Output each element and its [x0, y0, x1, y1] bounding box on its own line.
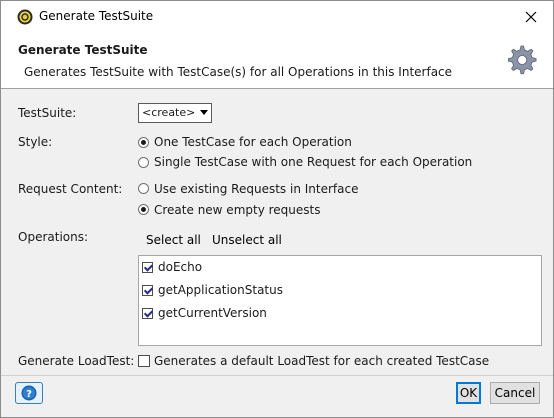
request-content-label: Request Content:	[18, 182, 123, 196]
select-all-button[interactable]: Select all	[146, 233, 201, 247]
operation-checkbox-getcurrentversion[interactable]	[142, 308, 153, 319]
style-radio-one-testcase[interactable]	[138, 137, 149, 148]
window-title: Generate TestSuite	[39, 9, 154, 23]
testsuite-label: TestSuite:	[18, 106, 77, 120]
svg-text:?: ?	[26, 389, 32, 400]
footer-divider	[1, 375, 553, 376]
header-title: Generate TestSuite	[18, 43, 148, 57]
request-option-create-new[interactable]: Create new empty requests	[154, 203, 320, 217]
help-icon: ?	[21, 385, 37, 401]
generate-testsuite-dialog: Generate TestSuite Generate TestSuite Ge…	[0, 0, 554, 418]
request-radio-create-new[interactable]	[138, 204, 149, 215]
style-radio-single-testcase[interactable]	[138, 157, 149, 168]
testsuite-select[interactable]: <create>	[138, 103, 212, 123]
dialog-header: Generate TestSuite Generates TestSuite w…	[1, 32, 553, 89]
operations-label: Operations:	[18, 230, 89, 244]
request-radio-use-existing[interactable]	[138, 183, 149, 194]
style-label: Style:	[18, 135, 53, 149]
style-option-one-testcase[interactable]: One TestCase for each Operation	[154, 135, 352, 149]
close-button[interactable]	[508, 1, 553, 32]
unselect-all-button[interactable]: Unselect all	[212, 233, 282, 247]
testsuite-select-value: <create>	[142, 106, 196, 119]
style-option-single-testcase[interactable]: Single TestCase with one Request for eac…	[154, 155, 472, 169]
generate-loadtest-checkbox[interactable]	[138, 355, 150, 367]
operation-checkbox-doecho[interactable]	[142, 262, 153, 273]
operation-label-getcurrentversion[interactable]: getCurrentVersion	[158, 306, 267, 320]
header-description: Generates TestSuite with TestCase(s) for…	[24, 65, 453, 79]
operation-checkbox-getapplicationstatus[interactable]	[142, 285, 153, 296]
close-icon	[525, 11, 536, 22]
generate-loadtest-label: Generate LoadTest:	[18, 354, 135, 368]
request-option-use-existing[interactable]: Use existing Requests in Interface	[154, 182, 358, 196]
app-icon	[17, 9, 33, 25]
title-bar: Generate TestSuite	[1, 1, 553, 32]
help-button[interactable]: ?	[15, 382, 43, 404]
ok-button[interactable]: OK	[456, 382, 481, 404]
generate-loadtest-option[interactable]: Generates a default LoadTest for each cr…	[154, 354, 489, 368]
cancel-button[interactable]: Cancel	[490, 382, 540, 404]
operations-list: doEcho getApplicationStatus getCurrentVe…	[138, 255, 542, 346]
chevron-down-icon	[200, 110, 208, 115]
gear-icon	[508, 45, 537, 75]
operation-label-getapplicationstatus[interactable]: getApplicationStatus	[158, 283, 283, 297]
operation-label-doecho[interactable]: doEcho	[158, 260, 202, 274]
